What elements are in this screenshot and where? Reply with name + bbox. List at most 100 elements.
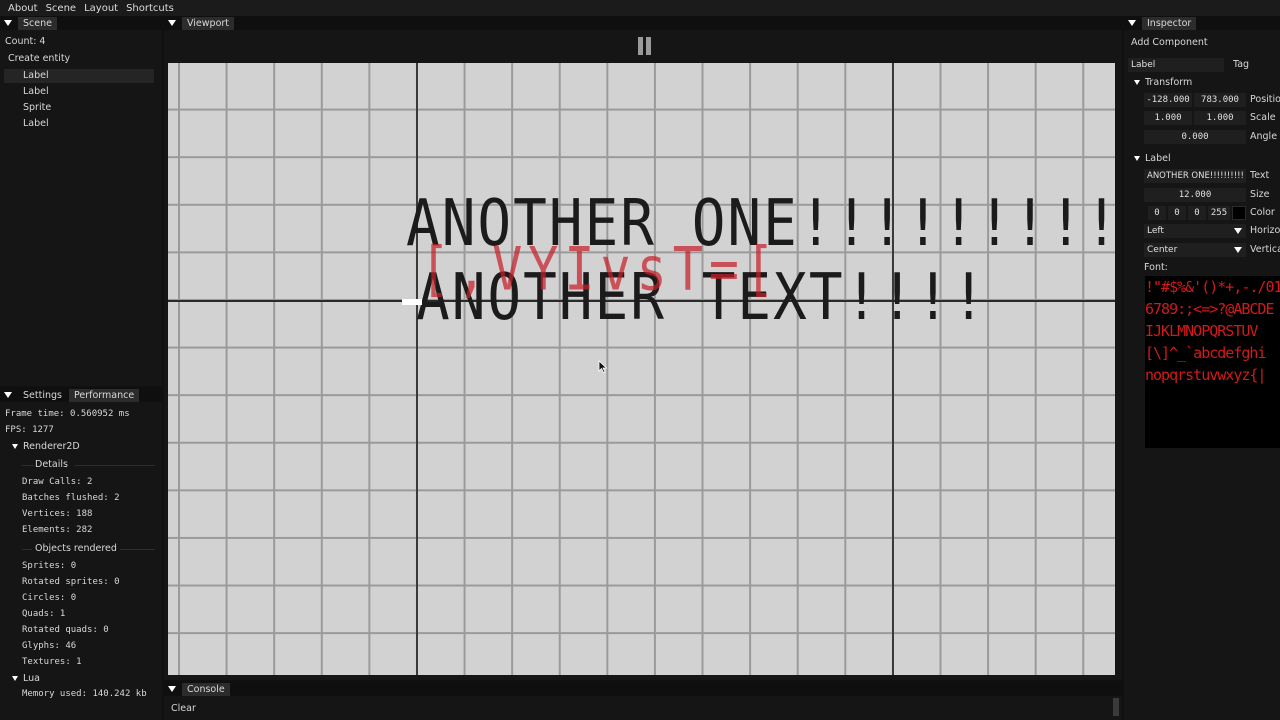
vertical-align-select[interactable]: Center xyxy=(1144,243,1246,257)
menu-scene[interactable]: Scene xyxy=(42,3,81,14)
expand-icon xyxy=(12,676,18,681)
entity-label: Label xyxy=(23,70,49,81)
collapse-icon[interactable] xyxy=(1128,20,1136,26)
chevron-down-icon[interactable] xyxy=(1234,228,1242,234)
fps: FPS: 1277 xyxy=(5,425,54,435)
scale-label: Scale xyxy=(1250,112,1276,123)
horizontal-align-select[interactable]: Left xyxy=(1144,224,1246,238)
performance-titlebar[interactable]: Settings Performance xyxy=(0,388,162,402)
inspector-tab[interactable]: Inspector xyxy=(1142,16,1197,30)
tag-label: Tag xyxy=(1233,59,1250,70)
collapse-icon[interactable] xyxy=(168,686,176,692)
label-input[interactable]: Label xyxy=(1128,58,1224,72)
rotated-sprites-count: Rotated sprites: 0 xyxy=(22,577,120,587)
elements: Elements: 282 xyxy=(22,525,93,535)
size-label: Size xyxy=(1250,189,1270,200)
tab-performance[interactable]: Performance xyxy=(68,388,140,402)
scene-tab[interactable]: Scene xyxy=(18,16,57,30)
angle-input[interactable]: 0.000 xyxy=(1144,130,1246,144)
renderer2d-label: Renderer2D xyxy=(23,441,80,452)
vertical-label: Vertical xyxy=(1250,244,1280,255)
console-scrollbar[interactable] xyxy=(1113,698,1119,716)
vertical-align-value: Center xyxy=(1147,245,1178,255)
scene-titlebar[interactable]: Scene xyxy=(0,16,162,30)
text-input[interactable]: ANOTHER ONE!!!!!!!!!! xyxy=(1144,169,1246,183)
font-atlas-preview: !"#$%&'()*+,-./01 6789:;<=>?@ABCDE IJKLM… xyxy=(1145,276,1280,448)
expand-icon xyxy=(1134,80,1140,85)
position-x-input[interactable]: -128.000 xyxy=(1144,93,1192,107)
separator xyxy=(22,465,34,466)
draw-calls: Draw Calls: 2 xyxy=(22,477,93,487)
chevron-down-icon[interactable] xyxy=(1234,247,1242,253)
position-y-input[interactable]: 783.000 xyxy=(1194,93,1246,107)
console-panel: Console Clear xyxy=(164,682,1122,720)
grid-axis xyxy=(416,63,418,675)
sprites-count: Sprites: 0 xyxy=(22,561,77,571)
angle-label: Angle xyxy=(1250,131,1278,142)
batches-flushed: Batches flushed: 2 xyxy=(22,493,120,503)
label-entity-glitch-text[interactable]: [,VYIvsT=[ xyxy=(420,239,781,299)
entity-item[interactable]: Label xyxy=(23,86,49,97)
tab-settings[interactable]: Settings xyxy=(18,389,67,402)
console-titlebar[interactable]: Console xyxy=(164,682,1122,696)
performance-panel: Settings Performance Frame time: 0.56095… xyxy=(0,388,162,720)
vertices: Vertices: 188 xyxy=(22,509,93,519)
viewport-canvas[interactable]: ANOTHER ONE!!!!!!!!!! ANOTHER TEXT!!!! [… xyxy=(168,63,1115,675)
separator xyxy=(22,549,32,550)
collapse-icon[interactable] xyxy=(168,20,176,26)
expand-icon xyxy=(1134,156,1140,161)
transform-section[interactable]: Transform xyxy=(1134,77,1192,88)
pause-icon[interactable] xyxy=(638,37,652,55)
clear-button[interactable]: Clear xyxy=(171,703,196,714)
color-label: Color xyxy=(1250,207,1275,218)
horizontal-label: Horizontal xyxy=(1250,225,1280,236)
entity-item[interactable]: Label xyxy=(23,118,49,129)
entity-item[interactable]: Label xyxy=(4,69,154,83)
scale-x-input[interactable]: 1.000 xyxy=(1144,111,1192,125)
add-component-button[interactable]: Add Component xyxy=(1131,37,1208,48)
menu-layout[interactable]: Layout xyxy=(80,3,122,14)
textures-count: Textures: 1 xyxy=(22,657,82,667)
sprite-entity[interactable] xyxy=(402,299,422,305)
collapse-icon[interactable] xyxy=(4,20,12,26)
create-entity-button[interactable]: Create entity xyxy=(8,53,70,64)
font-atlas-glyphs: !"#$%&'()*+,-./01 6789:;<=>?@ABCDE IJKLM… xyxy=(1145,278,1280,384)
console-tab[interactable]: Console xyxy=(182,682,230,696)
menu-bar: About Scene Layout Shortcuts xyxy=(0,0,1280,16)
expand-icon xyxy=(12,444,18,449)
lua-node[interactable]: Lua xyxy=(12,673,40,684)
viewport-tab[interactable]: Viewport xyxy=(182,16,235,30)
details-header: Details xyxy=(35,459,68,470)
glyphs-count: Glyphs: 46 xyxy=(22,641,77,651)
rotated-quads-count: Rotated quads: 0 xyxy=(22,625,109,635)
cursor-icon xyxy=(598,360,608,374)
transform-label: Transform xyxy=(1145,77,1193,88)
frame-time: Frame time: 0.560952 ms xyxy=(5,409,130,419)
label-section-label: Label xyxy=(1145,153,1171,164)
inspector-titlebar[interactable]: Inspector xyxy=(1124,16,1280,30)
grid-axis xyxy=(892,63,894,675)
text-label: Text xyxy=(1250,170,1270,181)
color-r-input[interactable]: 0 xyxy=(1148,206,1166,220)
viewport-titlebar[interactable]: Viewport xyxy=(164,16,1122,30)
color-b-input[interactable]: 0 xyxy=(1188,206,1206,220)
color-a-input[interactable]: 255 xyxy=(1208,206,1230,220)
entity-item[interactable]: Sprite xyxy=(23,102,51,113)
lua-label: Lua xyxy=(23,673,40,684)
menu-shortcuts[interactable]: Shortcuts xyxy=(122,3,178,14)
menu-about[interactable]: About xyxy=(4,3,42,14)
color-g-input[interactable]: 0 xyxy=(1168,206,1186,220)
label-section[interactable]: Label xyxy=(1134,153,1171,164)
scale-y-input[interactable]: 1.000 xyxy=(1194,111,1246,125)
horizontal-align-value: Left xyxy=(1147,226,1164,236)
color-swatch[interactable] xyxy=(1232,206,1246,220)
collapse-icon[interactable] xyxy=(4,392,12,398)
quads-count: Quads: 1 xyxy=(22,609,66,619)
position-label: Position xyxy=(1250,94,1280,105)
objects-header: Objects rendered xyxy=(35,543,117,554)
separator xyxy=(75,465,155,466)
circles-count: Circles: 0 xyxy=(22,593,77,603)
entity-count: Count: 4 xyxy=(5,36,46,47)
size-input[interactable]: 12.000 xyxy=(1144,188,1246,202)
renderer2d-node[interactable]: Renderer2D xyxy=(12,441,80,452)
